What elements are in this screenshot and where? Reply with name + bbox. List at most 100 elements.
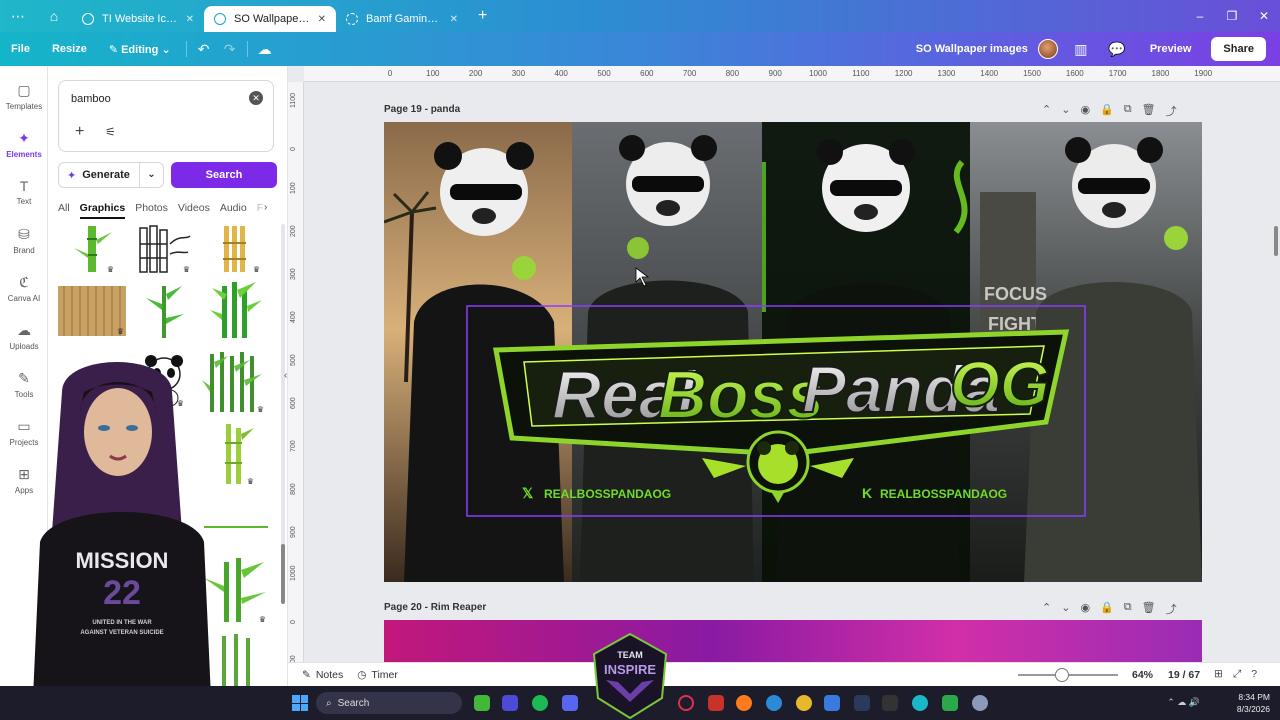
lock-icon[interactable]: 🔒 — [1100, 601, 1114, 617]
app-icon-chat[interactable] — [942, 695, 958, 711]
editing-mode-button[interactable]: ✎ Editing ⌄ — [98, 43, 182, 56]
tab-photos[interactable]: Photos — [135, 202, 168, 219]
app-icon-purple[interactable] — [502, 695, 518, 711]
close-window-button[interactable]: ✕ — [1248, 9, 1280, 23]
result-bamboo-stalk[interactable]: ♛ — [68, 224, 116, 274]
hide-page-icon[interactable]: ◉ — [1080, 601, 1090, 617]
result-bamboo-outline[interactable]: ♛ — [136, 224, 192, 274]
tab-videos[interactable]: Videos — [178, 202, 210, 219]
generate-button[interactable]: ✦ Generate ⌄ — [58, 162, 164, 188]
app-icon-red[interactable] — [708, 695, 724, 711]
rail-item-brand[interactable]: ⛁ Brand — [0, 226, 48, 255]
chevron-down-icon[interactable]: ⌄ — [1061, 601, 1070, 617]
chevron-down-icon[interactable]: ⌄ — [1061, 103, 1070, 119]
result-bamboo-sprig[interactable] — [140, 282, 188, 340]
file-menu-button[interactable]: File — [0, 43, 41, 55]
zoom-slider-knob[interactable] — [1055, 668, 1069, 682]
close-tab-icon[interactable]: ✕ — [318, 14, 326, 25]
chrome-icon[interactable] — [796, 695, 812, 711]
notes-button[interactable]: ✎ Notes — [302, 669, 343, 681]
undo-icon[interactable]: ↶ — [191, 41, 217, 58]
firefox-icon[interactable] — [736, 695, 752, 711]
rail-item-text[interactable]: T Text — [0, 178, 48, 206]
timer-button[interactable]: ◷ Timer — [357, 669, 398, 681]
canvas-scrollbar-thumb[interactable] — [1274, 226, 1278, 256]
discord-icon[interactable] — [562, 695, 578, 711]
windows-start-icon[interactable] — [292, 695, 308, 711]
minimize-button[interactable]: – — [1184, 9, 1216, 23]
scrollbar-thumb[interactable] — [281, 544, 285, 604]
canva-app-icon[interactable] — [912, 695, 928, 711]
comments-icon[interactable]: 💬 — [1104, 41, 1130, 58]
rail-item-elements[interactable]: ✦ Elements — [0, 130, 48, 159]
page-19-canvas[interactable]: FOCUS FIGHT Real Boss Panda OG 𝕏 REALBOS… — [384, 122, 1202, 582]
zoom-value[interactable]: 64% — [1132, 669, 1153, 681]
maximize-button[interactable]: ❐ — [1216, 9, 1248, 23]
page-20-canvas[interactable] — [384, 620, 1202, 662]
steam-icon[interactable] — [854, 695, 870, 711]
duplicate-icon[interactable]: ⧉ — [1124, 601, 1132, 617]
spotify-icon[interactable] — [532, 695, 548, 711]
panel-scrollbar[interactable] — [281, 224, 285, 604]
help-icon[interactable]: ? — [1251, 668, 1257, 681]
settings-gear-icon[interactable] — [972, 695, 988, 711]
browser-tab-so-wallpaper[interactable]: SO Wallpaper imag... ✕ — [204, 6, 336, 32]
tab-menu-icon[interactable]: ⋯ — [0, 0, 36, 32]
grid-view-icon[interactable]: ⊞ — [1214, 668, 1223, 681]
search-input[interactable]: bamboo — [71, 93, 111, 105]
rail-item-canva-ai[interactable]: ℭ Canva AI — [0, 274, 48, 303]
tab-audio[interactable]: Audio — [220, 202, 247, 219]
chevron-up-icon[interactable]: ⌃ — [1042, 601, 1051, 617]
hide-page-icon[interactable]: ◉ — [1080, 103, 1090, 119]
chevron-up-icon[interactable]: ⌃ — [1042, 103, 1051, 119]
clear-search-icon[interactable]: ✕ — [249, 91, 263, 105]
avatar[interactable] — [1037, 39, 1058, 59]
edge-icon[interactable] — [766, 695, 782, 711]
close-tab-icon[interactable]: ✕ — [186, 14, 194, 25]
lock-icon[interactable]: 🔒 — [1100, 103, 1114, 119]
search-box[interactable]: bamboo ✕ + ⚟ — [58, 80, 274, 152]
tab-graphics[interactable]: Graphics — [79, 202, 126, 219]
result-bamboo-mat[interactable]: ♛ — [58, 286, 126, 336]
add-icon[interactable]: + — [75, 123, 84, 141]
chevron-right-icon[interactable]: › — [264, 202, 267, 213]
taskbar-clock[interactable]: 8:34 PM 8/3/2026 — [1237, 691, 1270, 715]
page-19-label[interactable]: Page 19 - panda — [384, 104, 460, 115]
result-bamboo-gold[interactable]: ♛ — [210, 224, 262, 274]
rail-item-templates[interactable]: ▢ Templates — [0, 82, 48, 111]
search-button[interactable]: Search — [171, 162, 277, 188]
app-icon-green[interactable] — [474, 695, 490, 711]
workspaces-icon[interactable]: ⌂ — [36, 0, 72, 32]
fullscreen-icon[interactable]: ⤢ — [1233, 668, 1241, 681]
page-20-label[interactable]: Page 20 - Rim Reaper — [384, 602, 486, 613]
add-page-icon[interactable]: ⤴ — [1166, 601, 1177, 617]
chevron-down-icon[interactable]: ⌄ — [139, 163, 163, 187]
preview-button[interactable]: Preview — [1140, 38, 1202, 60]
trash-icon[interactable]: 🗑 — [1142, 103, 1156, 119]
resize-button[interactable]: Resize — [41, 43, 98, 55]
trash-icon[interactable]: 🗑 — [1142, 601, 1156, 617]
notepad-icon[interactable] — [824, 695, 840, 711]
rail-item-uploads[interactable]: ☁ Uploads — [0, 322, 48, 351]
close-tab-icon[interactable]: ✕ — [450, 14, 458, 25]
app-icon-ring[interactable] — [678, 695, 694, 711]
taskbar-search-box[interactable]: ⌕ Search — [316, 692, 462, 714]
redo-icon[interactable]: ↷ — [217, 41, 243, 58]
add-page-icon[interactable]: ⤴ — [1166, 103, 1177, 119]
browser-tab-ti-icons[interactable]: TI Website Icons - ... ✕ — [72, 6, 204, 32]
system-tray-icons[interactable]: ⌃ ☁ 🔊 — [1167, 697, 1200, 708]
result-bamboo-cluster[interactable] — [210, 280, 262, 340]
cloud-saved-icon[interactable]: ☁ — [252, 41, 278, 58]
new-tab-button[interactable]: + — [478, 7, 487, 25]
terminal-icon[interactable] — [882, 695, 898, 711]
insights-icon[interactable]: ▥ — [1068, 41, 1094, 58]
zoom-slider[interactable] — [1018, 668, 1118, 682]
design-title[interactable]: SO Wallpaper images — [916, 43, 1028, 55]
page-count[interactable]: 19 / 67 — [1168, 669, 1200, 681]
tab-all[interactable]: All — [58, 202, 70, 219]
share-button[interactable]: Share — [1211, 37, 1266, 61]
browser-tab-bamf-gaming[interactable]: Bamf Gaming stuff ... ✕ — [336, 6, 468, 32]
duplicate-icon[interactable]: ⧉ — [1124, 103, 1132, 119]
filter-icon[interactable]: ⚟ — [105, 125, 116, 139]
tab-more[interactable]: F — [257, 202, 263, 219]
